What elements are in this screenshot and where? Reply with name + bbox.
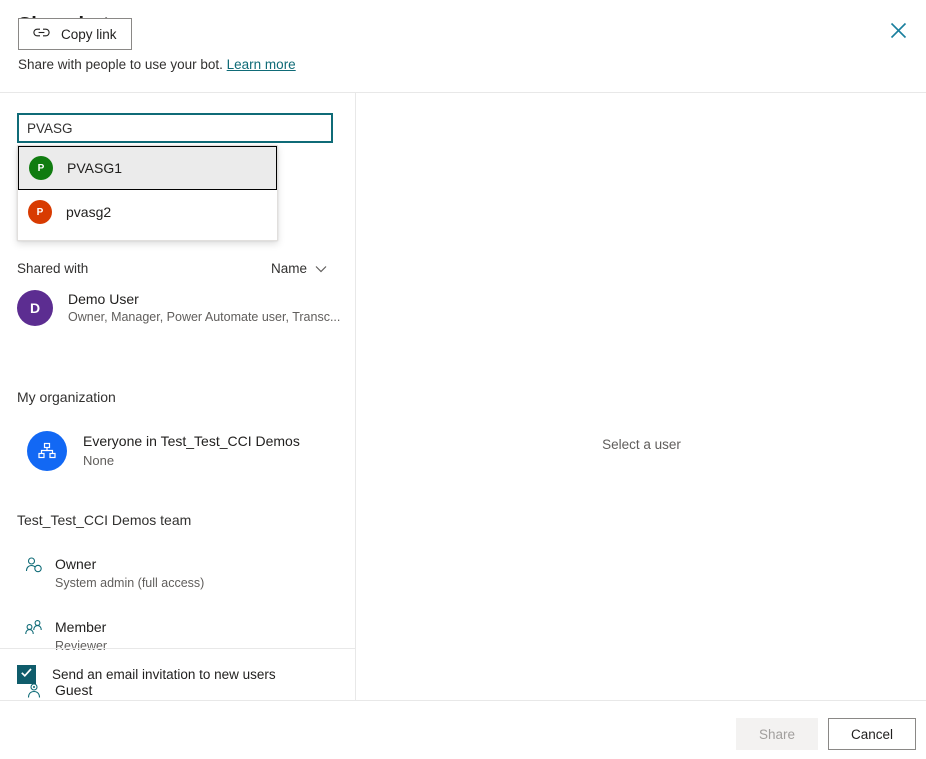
org-texts: Everyone in Test_Test_CCI Demos None xyxy=(83,432,300,470)
suggestion-item-1[interactable]: P pvasg2 xyxy=(18,190,277,234)
sort-field-label: Name xyxy=(270,260,307,276)
role-texts: Owner System admin (full access) xyxy=(55,554,204,592)
share-bot-dialog: Share bot Share with people to use your … xyxy=(0,0,926,759)
suggestion-label: PVASG1 xyxy=(67,160,122,176)
share-button[interactable]: Share xyxy=(736,718,818,750)
suggestion-item-0[interactable]: P PVASG1 xyxy=(18,146,277,190)
email-invitation-row[interactable]: Send an email invitation to new users xyxy=(0,648,356,700)
role-name: Owner xyxy=(55,556,97,572)
shared-person-roles: Owner, Manager, Power Automate user, Tra… xyxy=(68,310,341,324)
user-search-input[interactable] xyxy=(17,113,333,143)
org-entry-permission: None xyxy=(83,452,115,468)
sort-by-name-control[interactable]: Name xyxy=(271,261,333,276)
shared-person-name: Demo User xyxy=(68,291,139,308)
share-right-panel: Select a user xyxy=(357,93,926,700)
avatar: P xyxy=(29,156,53,180)
everyone-in-org-row[interactable]: Everyone in Test_Test_CCI Demos None xyxy=(27,431,300,471)
suggestion-label: pvasg2 xyxy=(66,204,112,220)
select-a-user-message: Select a user xyxy=(602,437,681,452)
list-header-row: Shared with Name xyxy=(17,255,333,281)
copy-link-button[interactable]: Copy link xyxy=(18,18,132,50)
close-icon xyxy=(890,22,907,39)
send-email-checkbox[interactable] xyxy=(17,665,36,684)
copy-link-label: Copy link xyxy=(61,26,117,42)
avatar: P xyxy=(28,200,52,224)
shared-person-row[interactable]: D Demo User Owner, Manager, Power Automa… xyxy=(17,290,347,326)
close-button[interactable] xyxy=(878,12,918,48)
role-name: Member xyxy=(55,619,107,635)
checkmark-icon xyxy=(20,666,33,684)
team-section-label: Test_Test_CCI Demos team xyxy=(17,512,192,528)
chevron-down-icon xyxy=(315,261,327,276)
learn-more-link[interactable]: Learn more xyxy=(227,57,296,72)
org-hierarchy-icon xyxy=(27,431,67,471)
team-role-row-owner[interactable]: Owner System admin (full access) xyxy=(25,554,204,592)
subtitle-text: Share with people to use your bot. xyxy=(18,57,223,72)
person-owner-icon xyxy=(25,556,43,574)
dialog-subtitle: Share with people to use your bot. Learn… xyxy=(18,57,296,72)
avatar: D xyxy=(17,290,53,326)
search-field-wrapper xyxy=(17,113,333,143)
send-email-label: Send an email invitation to new users xyxy=(52,667,276,682)
shared-person-texts: Demo User Owner, Manager, Power Automate… xyxy=(68,290,340,326)
dialog-header: Share bot Share with people to use your … xyxy=(0,0,926,93)
cancel-button[interactable]: Cancel xyxy=(828,718,916,750)
role-permission: System admin (full access) xyxy=(55,576,205,591)
org-entry-name: Everyone in Test_Test_CCI Demos xyxy=(83,433,300,450)
person-member-icon xyxy=(25,619,43,637)
shared-with-label: Shared with xyxy=(17,260,89,276)
link-icon xyxy=(33,26,50,42)
my-organization-label: My organization xyxy=(17,389,116,405)
user-suggestions-dropdown: P PVASG1 P pvasg2 xyxy=(17,145,278,241)
